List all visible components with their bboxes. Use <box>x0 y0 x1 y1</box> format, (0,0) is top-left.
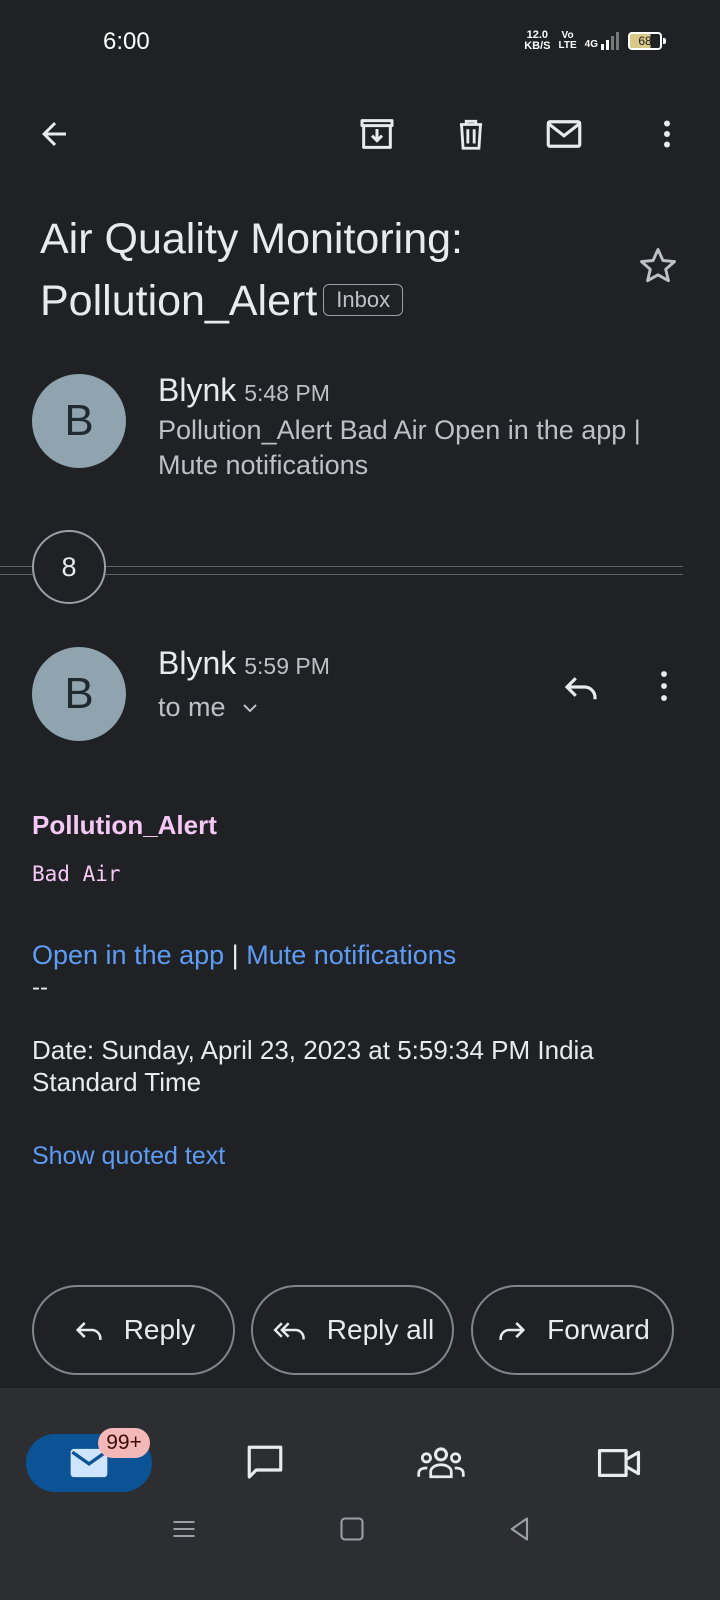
message-more-icon[interactable] <box>648 666 680 706</box>
network-type: 4G <box>584 39 598 50</box>
battery-icon: 68 <box>628 32 666 50</box>
collapsed-message-header[interactable]: Blynk 5:48 PM <box>158 372 330 409</box>
inbox-label[interactable]: Inbox <box>323 283 404 316</box>
battery-level: 68 <box>638 34 652 48</box>
open-message-header: Blynk 5:59 PM <box>158 645 330 682</box>
reply-button[interactable]: Reply <box>32 1285 235 1375</box>
signal-icon: 4G <box>585 32 620 50</box>
recipient-text: to me <box>158 692 226 722</box>
reply-all-label: Reply all <box>326 1314 435 1345</box>
subject-line2: Pollution_Alert <box>40 277 318 325</box>
recipient-details[interactable]: to me <box>158 692 262 723</box>
reply-all-button[interactable]: Reply all <box>251 1285 454 1375</box>
delete-icon[interactable] <box>449 112 493 156</box>
subject-line1: Air Quality Monitoring: <box>40 215 463 263</box>
spaces-icon[interactable] <box>416 1440 466 1486</box>
link-separator: | <box>231 940 239 970</box>
hidden-messages-count[interactable]: 8 <box>32 530 106 604</box>
more-vert-icon[interactable] <box>645 112 689 156</box>
reply-label: Reply <box>123 1314 196 1345</box>
reply-icon <box>72 1313 106 1347</box>
menu-icon[interactable] <box>164 1509 204 1549</box>
chevron-down-icon <box>238 696 262 720</box>
signature-dash: -- <box>32 974 48 1001</box>
volte-bottom: LTE <box>558 40 577 51</box>
volte-indicator: Vo LTE <box>559 31 577 51</box>
open-in-app-link[interactable]: Open in the app <box>32 940 224 970</box>
sender-avatar[interactable]: B <box>32 374 126 468</box>
sender-name: Blynk <box>158 645 237 681</box>
message-date: Date: Sunday, April 23, 2023 at 5:59:34 … <box>32 1035 594 1097</box>
back-arrow-icon[interactable] <box>32 112 76 156</box>
forward-button[interactable]: Forward <box>471 1285 674 1375</box>
network-speed: 12.0 KB/S <box>524 30 550 52</box>
forward-label: Forward <box>547 1314 650 1345</box>
alert-text: Bad Air <box>32 862 121 886</box>
mute-notifications-link[interactable]: Mute notifications <box>246 940 456 970</box>
back-icon[interactable] <box>500 1509 540 1549</box>
mark-unread-icon[interactable] <box>542 112 586 156</box>
reply-icon[interactable] <box>560 666 602 708</box>
forward-icon <box>495 1313 529 1347</box>
home-icon[interactable] <box>332 1509 372 1549</box>
meet-video-icon[interactable] <box>594 1440 644 1486</box>
message-snippet[interactable]: Pollution_Alert Bad Air Open in the app … <box>158 413 678 483</box>
sender-avatar[interactable]: B <box>32 647 126 741</box>
reply-all-icon <box>271 1313 309 1347</box>
show-quoted-text-link[interactable]: Show quoted text <box>32 1142 225 1171</box>
email-subject: Air Quality Monitoring: Pollution_Alert I… <box>40 208 620 332</box>
star-icon[interactable] <box>636 244 680 288</box>
bottom-navigation <box>0 1388 720 1600</box>
unread-badge: 99+ <box>98 1428 150 1458</box>
alert-title: Pollution_Alert <box>32 810 217 840</box>
status-indicators: 12.0 KB/S Vo LTE 4G 68 <box>524 30 666 52</box>
message-time: 5:59 PM <box>244 653 330 679</box>
status-time: 6:00 <box>103 28 150 55</box>
body-links: Open in the app | Mute notifications <box>32 940 456 971</box>
message-time: 5:48 PM <box>244 380 330 406</box>
network-speed-unit: KB/S <box>524 40 551 52</box>
archive-icon[interactable] <box>355 112 399 156</box>
sender-name: Blynk <box>158 372 237 408</box>
chat-icon[interactable] <box>240 1440 290 1486</box>
